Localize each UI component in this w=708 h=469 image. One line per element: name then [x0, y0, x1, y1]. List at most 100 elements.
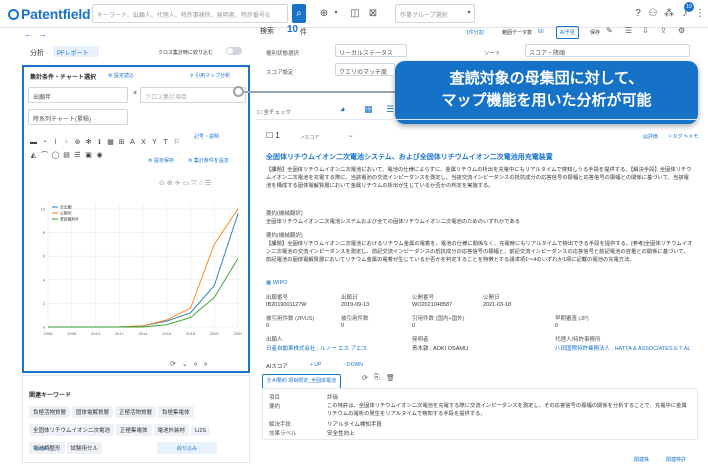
- a10-icon[interactable]: A: [127, 139, 138, 146]
- eval-button[interactable]: ▤評価: [643, 133, 658, 140]
- ai-summary-table: 項目 評価 要約 この特許は、全固体リチウムイオン二次電池を充電する際に交流イン…: [262, 388, 698, 440]
- save-button[interactable]: 保存: [590, 29, 600, 36]
- keyword-chip[interactable]: 負極活物質層: [29, 406, 71, 418]
- x-tick-label: 2022: [234, 331, 244, 336]
- chevron-down-icon[interactable]: ⌄: [348, 131, 354, 139]
- work-group-select[interactable]: 作業グループ選択: [395, 4, 475, 23]
- y-tick-label: 2: [43, 301, 46, 306]
- result-toolbar: [256, 104, 700, 120]
- search-input[interactable]: キーワード、出願人、代理人、特許事務所、発明者、特許番号な: [92, 4, 288, 23]
- field-select[interactable]: 出願年: [28, 87, 128, 103]
- save-settings-link[interactable]: ⚙ 設定保存: [148, 157, 174, 164]
- more-link[interactable]: more »: [35, 446, 51, 452]
- table-view-icon[interactable]: ▦: [364, 104, 373, 115]
- list-icon[interactable]: ☰: [625, 26, 632, 35]
- keyword-chip[interactable]: 試験用セル: [66, 442, 103, 454]
- data-count-value[interactable]: 60: [538, 29, 544, 35]
- refresh-icon[interactable]: ⟳: [362, 374, 368, 382]
- x-tick-label: 2010: [91, 331, 101, 336]
- forward-arrow-icon[interactable]: →: [38, 29, 47, 39]
- close-icon[interactable]: ×: [133, 90, 137, 97]
- score-select[interactable]: クエリのマッチ度: [335, 63, 395, 76]
- keyword-chip[interactable]: 電池外装材: [153, 424, 190, 436]
- keyword-chip[interactable]: 正極活物質層: [115, 406, 157, 418]
- area-chart-icon[interactable]: ◭: [28, 151, 39, 159]
- row3-value: 安全性向上: [327, 431, 355, 437]
- image-icon[interactable]: ▣: [83, 151, 94, 159]
- x-tick-label: 2016: [162, 331, 172, 336]
- chart-view-icon[interactable]: ◕: [340, 104, 345, 114]
- edit-icon[interactable]: ✎: [606, 26, 613, 35]
- row3-label: 効果ラベル: [269, 431, 297, 437]
- cross-field-select[interactable]: クロス集計項目: [140, 87, 246, 103]
- sort-select[interactable]: スコア・降順: [525, 44, 690, 57]
- ai-summary-tab[interactable]: 🗎 AI要約 項目限定_全固体電池: [262, 374, 342, 389]
- label-desc-link[interactable]: 記号・説明: [194, 133, 219, 140]
- legend-label: 全出願: [60, 205, 72, 210]
- chart-settings-link[interactable]: ⚙ 集計条件を設定: [188, 157, 229, 164]
- stack-icon[interactable]: ▤: [61, 151, 72, 159]
- related-link[interactable]: 関連株: [634, 456, 649, 463]
- related-patent-link[interactable]: 関連特許: [666, 456, 686, 463]
- applicant-link[interactable]: 日産自動車株式会社 , ルノー エス アエス: [266, 344, 367, 352]
- keyword-chip[interactable]: 負極集電体: [158, 406, 194, 418]
- office-label: ▦ WIPO: [266, 280, 288, 286]
- y10-icon[interactable]: Y: [149, 139, 160, 146]
- pf-report-button[interactable]: PFレポート: [53, 46, 99, 57]
- citation-map-link[interactable]: ⚲ 引用マップ分析: [190, 72, 230, 79]
- ai-predict-button[interactable]: AI予見: [556, 26, 579, 39]
- tag-button[interactable]: ⚐タグ: [668, 133, 683, 140]
- tag-icon[interactable]: ⚐: [171, 138, 182, 146]
- list-icon[interactable]: ☰: [72, 151, 83, 159]
- keyword-chip[interactable]: 固体電解質層: [72, 406, 114, 418]
- search-icon[interactable]: ⌕: [292, 4, 306, 23]
- menu-icon[interactable]: ⋮: [694, 4, 706, 23]
- copy-icon[interactable]: ⎘: [374, 374, 380, 382]
- globe-icon[interactable]: ⊕: [316, 4, 332, 23]
- split-view-button[interactable]: 1件分割: [466, 29, 484, 36]
- user-add-icon[interactable]: ⚇: [646, 4, 660, 23]
- bubble-icon[interactable]: ◯: [50, 151, 61, 159]
- memo-button[interactable]: ✎メモ: [684, 133, 698, 140]
- settings-icon[interactable]: ⚙: [678, 26, 685, 35]
- search-title: 検索: [260, 28, 274, 35]
- filter-button[interactable]: 絞り込み: [157, 442, 217, 454]
- keyword-chip[interactable]: 全固体リチウムイオン二次電池: [29, 424, 115, 436]
- line-icon[interactable]: ⌒: [39, 150, 50, 160]
- load-settings-link[interactable]: ⚙ 設定読込: [108, 72, 134, 79]
- keyword-chip[interactable]: 正極集電体: [116, 424, 152, 436]
- y-tick-label: 10: [41, 206, 46, 211]
- back-arrow-icon[interactable]: ←: [24, 29, 33, 39]
- chart-type-select[interactable]: 時系列チャート(累積): [28, 109, 128, 125]
- chart-controls[interactable]: ⊙⊕✛▭⤧⌂☰: [159, 179, 213, 188]
- app-logo[interactable]: Patentfield: [8, 6, 91, 22]
- app-date-value: 2019-09-13: [341, 302, 370, 308]
- select-all-checkbox[interactable]: ☐ 全チェック: [257, 108, 291, 116]
- list-view-icon[interactable]: ☰: [386, 104, 394, 115]
- cross-filter-toggle[interactable]: [226, 47, 242, 55]
- download-icon[interactable]: ⇩: [642, 26, 649, 35]
- pager-controls[interactable]: ⟳⌄«»: [170, 360, 214, 368]
- keyword-chip[interactable]: Li2S: [191, 426, 211, 436]
- chevron-down-icon[interactable]: ▾: [333, 4, 339, 23]
- patent-title[interactable]: 全固体リチウムイオン二次電池システム、および全固体リチウムイオン二次電池用充電装…: [266, 152, 553, 162]
- ai-down-button[interactable]: - DOWN: [344, 362, 363, 368]
- ocr-icon[interactable]: ⊠: [366, 4, 380, 23]
- camera-icon[interactable]: ◫: [348, 4, 362, 23]
- ref-label: 引用件数 (国内+国外): [412, 316, 465, 322]
- applicant-label: 出願人: [266, 337, 283, 343]
- x10-icon[interactable]: X: [138, 139, 149, 146]
- early-label: 早期審査 (JP): [555, 316, 589, 322]
- ai-up-button[interactable]: + UP: [310, 362, 321, 368]
- chevron-down-icon[interactable]: ▾: [465, 4, 473, 23]
- agent-link[interactable]: 八田国際特許業務法人 , HATTA & ASSOCIATES E T AL: [555, 344, 695, 352]
- share-icon[interactable]: ⇪: [660, 26, 667, 35]
- record-checkbox[interactable]: ☐ 1: [266, 131, 280, 140]
- delete-icon[interactable]: 🗑: [386, 374, 395, 382]
- camera-icon[interactable]: ◉: [94, 151, 105, 159]
- x-tick-label: 2012: [115, 331, 125, 336]
- text-icon[interactable]: T: [160, 139, 171, 146]
- help-icon[interactable]: ?: [632, 4, 644, 23]
- grid-icon[interactable]: ⁂: [663, 4, 675, 23]
- legal-status-select[interactable]: リーガルステータス: [335, 44, 407, 57]
